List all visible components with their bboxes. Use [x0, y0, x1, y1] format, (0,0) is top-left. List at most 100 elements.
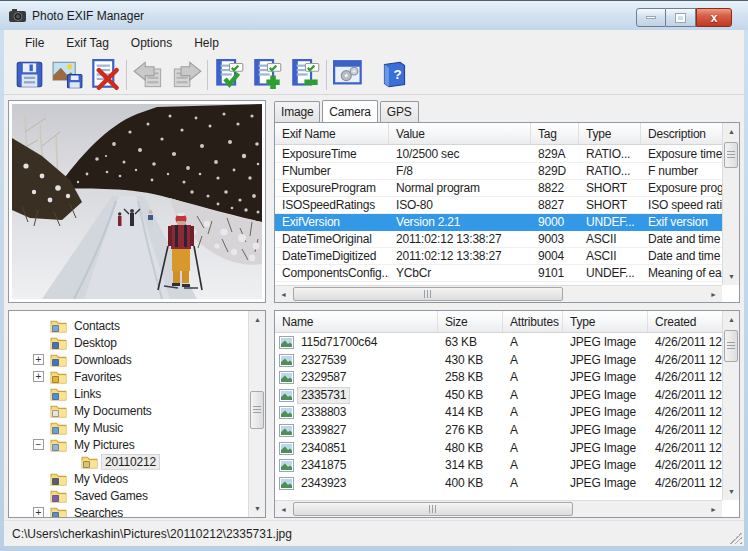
next-image-button[interactable] — [167, 57, 205, 93]
exif-row[interactable]: ExposureTime 10/2500 sec 829A RATIO... E… — [275, 146, 722, 163]
column-header[interactable]: Attributes — [503, 311, 563, 332]
delete-exif-button[interactable] — [86, 57, 124, 93]
exif-row[interactable]: ComponentsConfig... YCbCr 9101 UNDEF... … — [275, 265, 722, 282]
exif-vertical-scrollbar[interactable]: ▲ ▼ — [722, 123, 739, 285]
image-file-icon — [279, 354, 294, 367]
file-size-cell: 414 KB — [438, 404, 503, 422]
scroll-down-arrow[interactable]: ▼ — [249, 500, 266, 517]
window-title: Photo EXIF Manager — [32, 9, 144, 23]
file-attributes-cell: A — [503, 334, 563, 352]
tree-item[interactable]: + Searches — [9, 504, 248, 517]
scroll-up-arrow[interactable]: ▲ — [723, 311, 740, 328]
titlebar[interactable]: Photo EXIF Manager x — [0, 0, 748, 30]
exif-horizontal-scrollbar[interactable]: ◄ ► — [275, 285, 722, 302]
minimize-button[interactable] — [636, 8, 666, 27]
tree-expander[interactable]: + — [33, 354, 44, 365]
column-header[interactable]: Name — [275, 311, 438, 332]
tree-item-label: Desktop — [71, 336, 120, 350]
tab[interactable]: GPS — [380, 101, 419, 122]
file-row[interactable]: 2340851 480 KB A JPEG Image 4/26/2011 12… — [275, 440, 722, 458]
exif-row[interactable]: DateTimeDigitized 2011:02:12 13:38:27 90… — [275, 248, 722, 265]
scroll-thumb[interactable] — [293, 502, 573, 516]
exif-row[interactable]: DateTimeOriginal 2011:02:12 13:38:27 900… — [275, 231, 722, 248]
file-row[interactable]: 115d71700c64 63 KB A JPEG Image 4/26/201… — [275, 334, 722, 352]
tree-vertical-scrollbar[interactable]: ▲ ▼ — [248, 311, 265, 517]
tab[interactable]: Camera — [322, 100, 377, 122]
tree-expander[interactable]: + — [33, 507, 44, 517]
scroll-up-arrow[interactable]: ▲ — [723, 123, 740, 140]
tree-item-label: My Pictures — [71, 438, 137, 452]
exif-add-button[interactable] — [248, 57, 286, 93]
menu-item[interactable]: File — [14, 32, 55, 54]
column-header[interactable]: Size — [438, 311, 503, 332]
tree-item[interactable]: My Music — [9, 419, 248, 436]
tree-item[interactable]: My Videos — [9, 470, 248, 487]
scroll-down-arrow[interactable]: ▼ — [723, 268, 740, 285]
tree-item[interactable]: My Documents — [9, 402, 248, 419]
files-horizontal-scrollbar[interactable]: ◄ ► — [275, 500, 722, 517]
column-header[interactable]: Type — [579, 123, 641, 144]
previous-image-button[interactable] — [129, 57, 167, 93]
files-vertical-scrollbar[interactable]: ▲ ▼ — [722, 311, 739, 500]
file-row[interactable]: 2329587 258 KB A JPEG Image 4/26/2011 12… — [275, 369, 722, 387]
delete-exif-icon — [90, 59, 121, 90]
column-header[interactable]: Type — [563, 311, 648, 332]
tree-item-label: My Videos — [71, 472, 131, 486]
scroll-thumb[interactable] — [250, 391, 264, 429]
column-header[interactable]: Exif Name — [275, 123, 389, 144]
tree-item[interactable]: + Downloads — [9, 351, 248, 368]
file-row[interactable]: 2338803 414 KB A JPEG Image 4/26/2011 12… — [275, 404, 722, 422]
exif-remove-button[interactable] — [286, 57, 324, 93]
tree-item[interactable]: Desktop — [9, 334, 248, 351]
exif-row[interactable]: FNumber F/8 829D RATIO... F number — [275, 163, 722, 180]
toolbar-separator — [326, 60, 327, 90]
save-image-button[interactable] — [48, 57, 86, 93]
exif-name-cell: DateTimeDigitized — [275, 248, 389, 264]
file-row[interactable]: 2327539 430 KB A JPEG Image 4/26/2011 12… — [275, 352, 722, 370]
exif-apply-button[interactable] — [210, 57, 248, 93]
tab[interactable]: Image — [274, 101, 320, 122]
file-row[interactable]: 2343923 400 KB A JPEG Image 4/26/2011 12… — [275, 475, 722, 493]
exif-row[interactable]: ExposureProgram Normal program 8822 SHOR… — [275, 180, 722, 197]
column-header[interactable]: Tag — [531, 123, 579, 144]
file-type-cell: JPEG Image — [563, 404, 648, 422]
save-button[interactable] — [10, 57, 48, 93]
scroll-thumb[interactable] — [724, 330, 738, 362]
tree-item[interactable]: Links — [9, 385, 248, 402]
tree-expander[interactable]: + — [33, 371, 44, 382]
column-header[interactable]: Value — [389, 123, 531, 144]
exif-row[interactable]: ISOSpeedRatings ISO-80 8827 SHORT ISO sp… — [275, 197, 722, 214]
menu-item[interactable]: Options — [120, 32, 183, 54]
tree-item-label: My Documents — [71, 404, 155, 418]
tree-expander[interactable]: − — [33, 439, 44, 450]
menu-item[interactable]: Help — [183, 32, 230, 54]
options-button[interactable] — [329, 57, 367, 93]
maximize-button[interactable] — [666, 8, 696, 27]
folder-icon — [81, 455, 98, 469]
file-row[interactable]: 2339827 276 KB A JPEG Image 4/26/2011 12… — [275, 422, 722, 440]
exif-value-cell: Version 2.21 — [389, 214, 531, 230]
toolbar-separator — [207, 60, 208, 90]
close-button[interactable]: x — [696, 8, 732, 27]
tree-item[interactable]: − My Pictures — [9, 436, 248, 453]
tree-item[interactable]: + Favorites — [9, 368, 248, 385]
scroll-up-arrow[interactable]: ▲ — [249, 311, 266, 328]
tree-item[interactable]: Contacts — [9, 317, 248, 334]
menu-item[interactable]: Exif Tag — [55, 32, 119, 54]
scroll-left-arrow[interactable]: ◄ — [275, 286, 292, 303]
scroll-right-arrow[interactable]: ► — [705, 501, 722, 518]
tree-item[interactable]: 20110212 — [9, 453, 248, 470]
scroll-down-arrow[interactable]: ▼ — [723, 483, 740, 500]
exif-table-header: Exif Name Value Tag Type Description — [275, 123, 739, 145]
scroll-left-arrow[interactable]: ◄ — [275, 501, 292, 518]
scroll-thumb[interactable] — [724, 142, 738, 168]
help-button[interactable]: ? — [375, 57, 413, 93]
file-row[interactable]: 2341875 314 KB A JPEG Image 4/26/2011 12… — [275, 457, 722, 475]
tree-item-label: My Music — [71, 421, 126, 435]
resize-grip[interactable] — [730, 532, 742, 544]
scroll-thumb[interactable] — [293, 287, 563, 301]
exif-row[interactable]: ExifVersion Version 2.21 9000 UNDEF... E… — [275, 214, 722, 231]
scroll-right-arrow[interactable]: ► — [705, 286, 722, 303]
tree-item[interactable]: Saved Games — [9, 487, 248, 504]
file-row[interactable]: 2335731 450 KB A JPEG Image 4/26/2011 12… — [275, 387, 722, 405]
